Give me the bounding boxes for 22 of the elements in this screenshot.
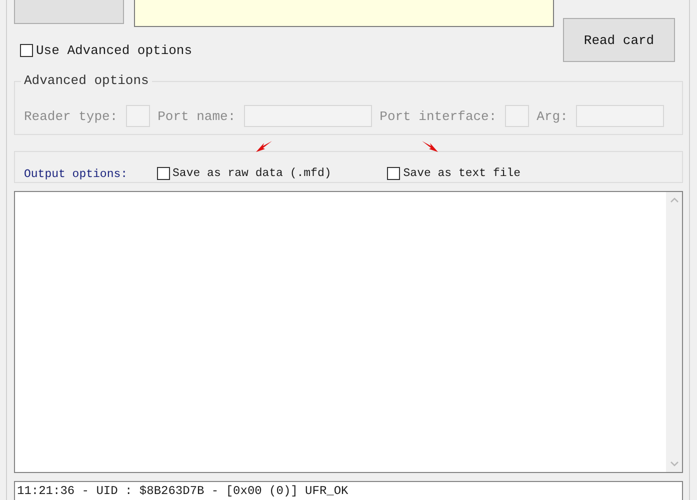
read-card-button[interactable]: Read card [563,18,675,62]
button[interactable] [14,0,124,24]
field-label: Port name: [158,108,236,124]
output-options-label: Output options: [24,168,128,181]
scrollbar[interactable] [666,192,682,472]
status-text: 11:21:36 - UID : $8B263D7B - [0x00 (0)] UFR_OK [17,484,348,498]
arrow-icon [421,140,440,154]
field-label: Reader type: [24,108,118,124]
checkbox-label[interactable]: Save as raw data (.mfd) [172,167,332,180]
scroll-down-icon[interactable] [670,461,678,467]
checkbox[interactable] [156,167,170,180]
checkbox-label[interactable]: Use Advanced options [36,42,192,58]
field-label: Port interface: [380,108,497,124]
arrow-icon [254,140,273,154]
checkbox-label[interactable]: Save as text file [403,167,521,180]
checkbox[interactable] [20,44,33,56]
field-label: Arg: [536,108,568,124]
output-text-area[interactable] [14,191,683,473]
group-title: Advanced options [21,73,152,88]
input-field[interactable] [134,0,554,27]
checkbox[interactable] [387,167,400,180]
scroll-up-icon[interactable] [670,197,678,203]
